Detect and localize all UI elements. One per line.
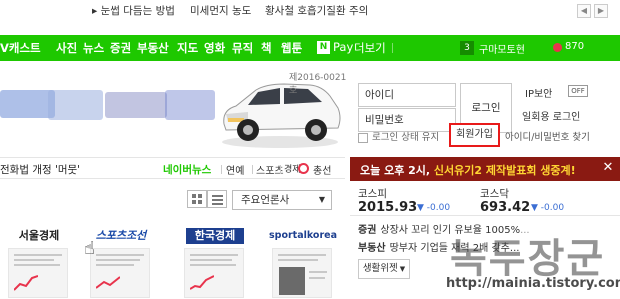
blurred-ad-text — [48, 90, 103, 120]
keep-login-option[interactable]: 로그인 상태 유지 — [358, 129, 439, 143]
nav-item-pay[interactable]: Pay — [333, 40, 353, 54]
press-thumbnail — [90, 248, 150, 298]
press-logo: sportalkorea — [268, 230, 337, 241]
nav-more-button[interactable]: 더보기 — [354, 40, 386, 56]
press-card-seoul-economy[interactable]: 서울경제 — [2, 228, 76, 299]
news-tab-entertainment[interactable]: 연예 — [226, 162, 244, 177]
press-controls: 주요언론사 ▼ — [0, 186, 345, 216]
list-view-icon[interactable] — [207, 190, 227, 208]
news-strip: 전화법 개정 '머뭇' 네이버뉴스 연예 스포츠 경제 총선 — [0, 157, 345, 179]
ip-security-toggle[interactable]: OFF — [568, 85, 588, 97]
nav-item-book[interactable]: 책 — [261, 40, 272, 56]
press-logo: 한국경제 — [186, 228, 244, 244]
nav-item-stock[interactable]: 증권 — [110, 40, 131, 56]
press-logo: 서울경제 — [18, 229, 60, 242]
divider — [350, 215, 620, 216]
coin-icon — [553, 43, 562, 52]
ad-approval-code: 제2016-0021호 — [289, 73, 347, 96]
news-headline[interactable]: 전화법 개정 '머뭇' — [0, 162, 80, 177]
nav-item-webtoon[interactable]: 웹툰 — [281, 40, 302, 56]
press-card-sports-chosun[interactable]: 스포츠조선 — [84, 228, 158, 299]
election-link[interactable]: 총선 — [313, 162, 331, 177]
life-widget-button[interactable]: 생활위젯 ▼ — [358, 259, 410, 279]
notification-count-badge[interactable]: 3 — [460, 41, 474, 55]
keep-login-checkbox[interactable] — [358, 132, 368, 143]
press-logo: 스포츠조선 — [95, 229, 147, 242]
keyword-item[interactable]: 미세먼지 농도 — [190, 3, 251, 18]
ad-banner[interactable]: 제2016-0021호 — [0, 70, 350, 155]
hand-cursor-icon: ☝ — [84, 238, 95, 259]
watermark-url: http://mainia.tistory.com — [446, 276, 620, 291]
nav-item-vcast[interactable]: V캐스트 — [0, 40, 41, 56]
user-name[interactable]: 구마모토현 — [479, 41, 525, 56]
kosdaq-change: ▼ -0.00 — [531, 203, 565, 213]
nav-item-realestate[interactable]: 부동산 — [137, 40, 169, 56]
keyword-item[interactable]: 황사철 호흡기질환 주의 — [265, 3, 368, 18]
event-text: 오늘 오후 2시, 신서유기2 제작발표회 생중계! — [360, 164, 576, 177]
kosdaq-label: 코스닥 — [480, 188, 509, 200]
election-icon — [298, 163, 309, 174]
nav-item-news[interactable]: 뉴스 — [83, 40, 104, 56]
coin-count[interactable]: 870 — [565, 41, 584, 52]
kospi-value: 2015.93 — [358, 200, 418, 215]
npay-icon[interactable]: N — [317, 41, 330, 54]
nav-divider — [392, 43, 393, 53]
press-thumbnail — [184, 248, 244, 298]
naver-main-page: ▸ 눈썹 다듬는 방법 미세먼지 농도 황사철 호흡기질환 주의 ◀ ▶ V캐스… — [0, 0, 620, 299]
ip-security-label: IP보안 — [525, 89, 553, 100]
blurred-ad-text — [105, 92, 167, 118]
dropdown-arrow-icon: ▼ — [318, 195, 325, 204]
grid-view-icon[interactable] — [187, 190, 207, 208]
close-icon[interactable]: ✕ — [600, 160, 616, 176]
press-thumbnail — [272, 248, 332, 298]
one-time-login-link[interactable]: 일회용 로그인 — [522, 108, 580, 123]
realtime-keyword-bar: ▸ 눈썹 다듬는 방법 미세먼지 농도 황사철 호흡기질환 주의 ◀ ▶ — [0, 0, 620, 22]
divider — [252, 165, 253, 174]
divider — [280, 165, 281, 174]
event-banner[interactable]: 오늘 오후 2시, 신서유기2 제작발표회 생중계! ✕ — [350, 157, 620, 181]
naver-news-link[interactable]: 네이버뉴스 — [163, 162, 211, 177]
kospi-change: ▼ -0.00 — [417, 203, 451, 213]
blurred-ad-text — [0, 90, 55, 118]
blurred-ad-text — [165, 90, 215, 120]
next-arrow-icon[interactable]: ▶ — [594, 4, 608, 18]
find-id-password-link[interactable]: 아이디/비밀번호 찾기 — [505, 129, 590, 143]
press-card-korea-economy[interactable]: 한국경제 — [178, 228, 252, 299]
kosdaq-value: 693.42 — [480, 200, 531, 215]
service-nav-bar: V캐스트 사진 뉴스 증권 부동산 지도 영화 뮤직 책 웹툰 N Pay 더보… — [0, 35, 620, 61]
nav-item-music[interactable]: 뮤직 — [232, 40, 253, 56]
keyword-item[interactable]: ▸ 눈썹 다듬는 방법 — [92, 3, 175, 18]
join-button[interactable]: 회원가입 — [449, 123, 500, 147]
press-select-label: 주요언론사 — [241, 194, 290, 206]
nav-item-map[interactable]: 지도 — [177, 40, 198, 56]
nav-item-movie[interactable]: 영화 — [204, 40, 225, 56]
keep-login-label: 로그인 상태 유지 — [372, 132, 440, 143]
kospi-label: 코스피 — [358, 188, 387, 200]
press-card-sportal-korea[interactable]: sportalkorea — [266, 228, 340, 299]
prev-arrow-icon[interactable]: ◀ — [577, 4, 591, 18]
id-input[interactable]: 아이디 — [358, 83, 456, 107]
press-category-select[interactable]: 주요언론사 ▼ — [232, 190, 332, 210]
nav-item-photo[interactable]: 사진 — [56, 40, 77, 56]
stock-panel[interactable]: 코스피 2015.93 ▼ -0.00 코스닥 693.42 ▼ -0.00 — [350, 184, 620, 224]
divider — [221, 165, 222, 174]
press-thumbnail — [8, 248, 68, 298]
